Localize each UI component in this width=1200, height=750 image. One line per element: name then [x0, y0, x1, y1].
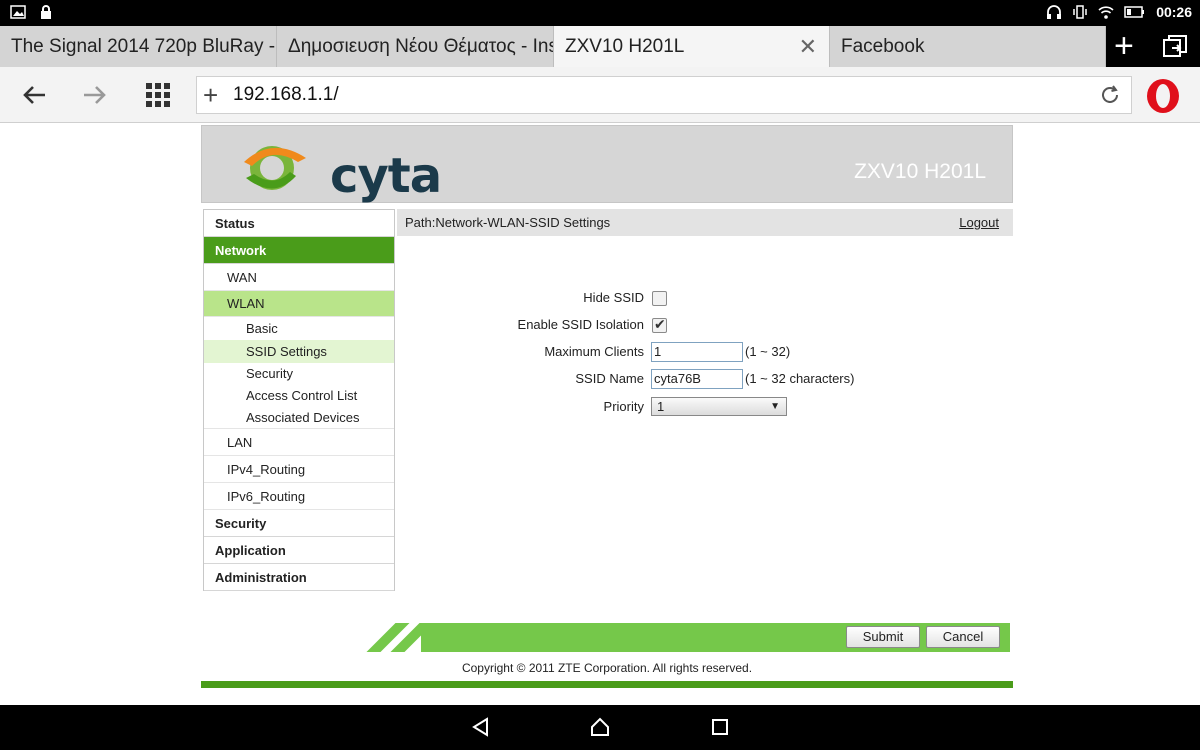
lock-icon — [38, 4, 54, 20]
menu-wlan-associated-devices[interactable]: Associated Devices — [204, 407, 394, 429]
hide-ssid-checkbox[interactable] — [652, 291, 667, 306]
priority-select[interactable]: 1 ▼ — [651, 397, 787, 416]
back-triangle-icon[interactable] — [470, 716, 492, 738]
clock: 00:26 — [1156, 4, 1192, 20]
dropdown-arrow-icon: ▼ — [770, 401, 780, 412]
ssid-name-hint: (1 ~ 32 characters) — [745, 371, 855, 386]
new-tab-button[interactable]: + — [1114, 28, 1134, 64]
cyta-logo: cyta — [234, 138, 442, 204]
ssid-name-input[interactable]: cyta76B — [651, 369, 743, 389]
priority-row: Priority — [397, 396, 644, 418]
menu-administration[interactable]: Administration — [204, 564, 394, 591]
brand-name: cyta — [330, 148, 442, 204]
tab-router[interactable]: ZXV10 H201L ✕ — [554, 26, 830, 67]
menu-ipv6-routing[interactable]: IPv6_Routing — [204, 483, 394, 510]
ssid-isolation-checkbox[interactable]: ✔ — [652, 316, 667, 333]
battery-icon — [1124, 4, 1146, 20]
wifi-icon — [1098, 4, 1114, 20]
add-bookmark-icon[interactable]: + — [203, 79, 218, 111]
forward-arrow-icon[interactable] — [79, 79, 111, 111]
ssid-name-label: SSID Name — [575, 371, 644, 386]
menu-wlan-security[interactable]: Security — [204, 363, 394, 385]
menu-application[interactable]: Application — [204, 537, 394, 564]
menu-wan[interactable]: WAN — [204, 264, 394, 291]
logout-link[interactable]: Logout — [959, 209, 999, 236]
max-clients-hint: (1 ~ 32) — [745, 344, 791, 359]
vibrate-icon — [1072, 4, 1088, 20]
tab-label: ZXV10 H201L — [565, 36, 685, 57]
menu-lan[interactable]: LAN — [204, 429, 394, 456]
opera-menu-icon[interactable] — [1144, 77, 1182, 115]
hide-ssid-row: Hide SSID — [397, 287, 644, 309]
tab-label: The Signal 2014 720p BluRay - Vi — [11, 36, 277, 57]
home-icon[interactable] — [589, 716, 611, 738]
tab-the-signal[interactable]: The Signal 2014 720p BluRay - Vi — [0, 26, 277, 67]
address-bar: + 192.168.1.1/ — [0, 67, 1200, 123]
priority-label: Priority — [603, 399, 644, 414]
footer-green-bar — [201, 681, 1013, 688]
tab-switcher-icon[interactable] — [1162, 34, 1190, 60]
router-model: ZXV10 H201L — [854, 160, 986, 183]
url-text[interactable]: 192.168.1.1/ — [233, 77, 339, 113]
menu-network[interactable]: Network — [204, 237, 394, 264]
back-arrow-icon[interactable] — [18, 79, 50, 111]
priority-selected-value: 1 — [657, 399, 665, 414]
breadcrumb: Path:Network-WLAN-SSID Settings — [405, 215, 611, 230]
menu-wlan-acl[interactable]: Access Control List — [204, 385, 394, 407]
ssid-isolation-label: Enable SSID Isolation — [517, 317, 644, 332]
copyright-text: Copyright © 2011 ZTE Corporation. All ri… — [461, 661, 753, 675]
tab-actions: + — [1106, 26, 1200, 67]
reload-icon[interactable] — [1099, 84, 1121, 106]
tab-greek-forum[interactable]: Δημοσιευση Νέου Θέματος - Ins — [277, 26, 554, 67]
router-page: cyta ZXV10 H201L Status Network WAN WLAN… — [201, 125, 1013, 688]
menu-ipv4-routing[interactable]: IPv4_Routing — [204, 456, 394, 483]
max-clients-input[interactable]: 1 — [651, 342, 743, 362]
close-tab-icon[interactable]: ✕ — [799, 26, 817, 67]
ssid-name-row: SSID Name — [397, 368, 644, 390]
cancel-button[interactable]: Cancel — [926, 626, 1000, 648]
speed-dial-grid-icon[interactable] — [142, 79, 174, 111]
checkmark-icon: ✔ — [654, 316, 666, 332]
hide-ssid-label: Hide SSID — [583, 290, 644, 305]
android-status-bar: 00:26 — [0, 0, 1200, 26]
menu-wlan-basic[interactable]: Basic — [204, 317, 394, 340]
router-sidebar-menu: Status Network WAN WLAN Basic SSID Setti… — [203, 209, 395, 591]
menu-wlan-ssid-settings[interactable]: SSID Settings — [204, 340, 394, 363]
max-clients-label: Maximum Clients — [544, 344, 644, 359]
image-icon — [10, 4, 26, 20]
url-field[interactable]: + 192.168.1.1/ — [196, 76, 1132, 114]
recents-icon[interactable] — [709, 716, 731, 738]
router-header: cyta ZXV10 H201L — [201, 125, 1013, 204]
path-bar: Path:Network-WLAN-SSID Settings Logout — [397, 209, 1013, 236]
menu-security[interactable]: Security — [204, 510, 394, 537]
ssid-isolation-row: Enable SSID Isolation — [397, 314, 644, 336]
menu-wlan[interactable]: WLAN — [204, 291, 394, 317]
tab-label: Δημοσιευση Νέου Θέματος - Ins — [288, 36, 554, 57]
android-nav-bar — [0, 705, 1200, 750]
action-bar: Submit Cancel — [421, 623, 1010, 652]
menu-status[interactable]: Status — [204, 210, 394, 237]
tab-label: Facebook — [841, 36, 925, 57]
submit-button[interactable]: Submit — [846, 626, 920, 648]
max-clients-row: Maximum Clients — [397, 341, 644, 363]
tab-facebook[interactable]: Facebook — [830, 26, 1106, 67]
headphones-icon — [1046, 4, 1062, 20]
tab-strip: The Signal 2014 720p BluRay - Vi Δημοσιε… — [0, 26, 1200, 67]
